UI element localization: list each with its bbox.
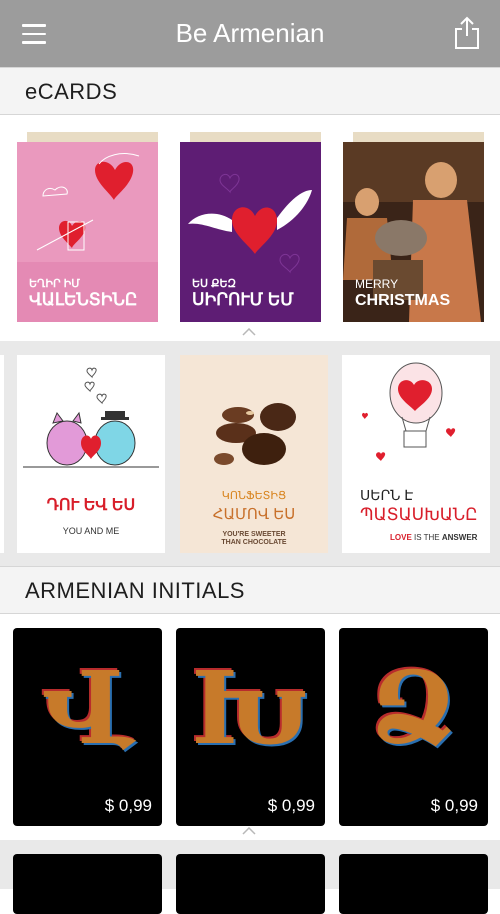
ecard-christmas-line1: MERRY (355, 276, 399, 291)
ecard-christmas-caption: MERRY CHRISTMAS (355, 276, 451, 310)
section-header-initials: ARMENIAN INITIALS (0, 566, 500, 614)
ecard-partial-left (0, 355, 4, 553)
section-title-ecards: eCARDS (25, 79, 118, 104)
initial-card-partial[interactable] (339, 854, 488, 914)
ecard-chocolate-subtitle1: YOU'RE SWEETER (222, 531, 286, 538)
ecard-valentine[interactable]: ԵՂԻՐ ԻՄ ՎԱԼԵՆՏԻՆԸ (17, 130, 158, 322)
ecard-chocolate-art (214, 403, 296, 465)
chevron-up-icon[interactable] (242, 328, 256, 336)
initial-card-kh[interactable]: Խ $ 0,99 (176, 628, 325, 826)
ecards-carousel-2[interactable]: ԴՈՒ ԵՎ ԵՍ YOU AND ME ԿՈՆՖԵՏԻՑ ՀԱՄՈՎ ԵՍ Y… (0, 341, 500, 566)
price-label: $ 0,99 (104, 796, 152, 815)
ecards-carousel-1[interactable]: ԵՂԻՐ ԻՄ ՎԱԼԵՆՏԻՆԸ ԵՍ ՔԵԶ ՍԻՐՈՒՄ ԵՄ MERRY… (0, 116, 500, 340)
ecard-chocolate-title2: ՀԱՄՈՎ ԵՍ (212, 506, 296, 523)
ecard-love-answer-title1: ՍԵՐՆ Է (360, 487, 414, 503)
price-label: $ 0,99 (430, 796, 478, 815)
initials-carousel-2[interactable] (0, 840, 500, 914)
initial-card-partial[interactable] (13, 854, 162, 914)
navigation-bar: Be Armenian (0, 0, 500, 67)
ecard-you-and-me-art (23, 367, 159, 468)
ecard-love-you-line1: ԵՍ ՔԵԶ (192, 277, 237, 290)
ecard-love-answer-title2: ՊԱՏԱՍԽԱՆԸ (360, 505, 478, 524)
ecard-christmas[interactable]: MERRY CHRISTMAS (343, 130, 484, 322)
price-label: $ 0,99 (267, 796, 315, 815)
initial-card-vo[interactable]: Վ $ 0,99 (13, 628, 162, 826)
initial-letter-dz: Ձ (370, 649, 457, 767)
ecard-chocolate-subtitle2: THAN CHOCOLATE (221, 539, 287, 546)
initial-letter-vo: Վ (41, 649, 134, 767)
ecard-love-answer-subtitle: LOVE IS THE ANSWER (390, 533, 477, 542)
section-title-initials: ARMENIAN INITIALS (25, 578, 245, 603)
ecard-valentine-caption: ԵՂԻՐ ԻՄ ՎԱԼԵՆՏԻՆԸ (29, 278, 137, 310)
ecard-love-answer-love: LOVE (390, 533, 412, 542)
ecard-love-answer[interactable]: ՍԵՐՆ Է ՊԱՏԱՍԽԱՆԸ LOVE IS THE ANSWER (342, 355, 490, 553)
ecard-valentine-line2: ՎԱԼԵՆՏԻՆԸ (29, 290, 138, 310)
app-title: Be Armenian (175, 18, 325, 48)
ecard-valentine-line1: ԵՂԻՐ ԻՄ (29, 277, 80, 290)
section-header-ecards: eCARDS (0, 67, 500, 115)
initial-card-partial[interactable] (176, 854, 325, 914)
ecard-love-you-caption: ԵՍ ՔԵԶ ՍԻՐՈՒՄ ԵՄ (192, 278, 294, 310)
ecard-love-answer-is-the: IS THE (411, 533, 442, 542)
share-icon[interactable] (454, 16, 480, 50)
ecard-love-answer-answer: ANSWER (441, 533, 478, 542)
initials-carousel[interactable]: Վ $ 0,99 Խ $ 0,99 Ձ $ 0,99 (0, 614, 500, 838)
ecard-you-and-me-title: ԴՈՒ ԵՎ ԵՍ (46, 497, 136, 514)
ecard-christmas-line2: CHRISTMAS (355, 291, 451, 309)
ecard-chocolate-title1: ԿՈՆՖԵՏԻՑ (221, 490, 287, 502)
ecard-you-and-me-subtitle: YOU AND ME (62, 526, 120, 536)
initial-letter-kh: Խ (191, 649, 310, 767)
ecard-love-you-line2: ՍԻՐՈՒՄ ԵՄ (192, 290, 294, 310)
ecard-love-you[interactable]: ԵՍ ՔԵԶ ՍԻՐՈՒՄ ԵՄ (180, 130, 321, 322)
ecard-chocolate[interactable]: ԿՈՆՖԵՏԻՑ ՀԱՄՈՎ ԵՍ YOU'RE SWEETER THAN CH… (180, 355, 328, 553)
initial-card-dz[interactable]: Ձ $ 0,99 (339, 628, 488, 826)
chevron-up-icon[interactable] (242, 827, 256, 835)
ecard-you-and-me[interactable]: ԴՈՒ ԵՎ ԵՍ YOU AND ME (17, 355, 165, 553)
